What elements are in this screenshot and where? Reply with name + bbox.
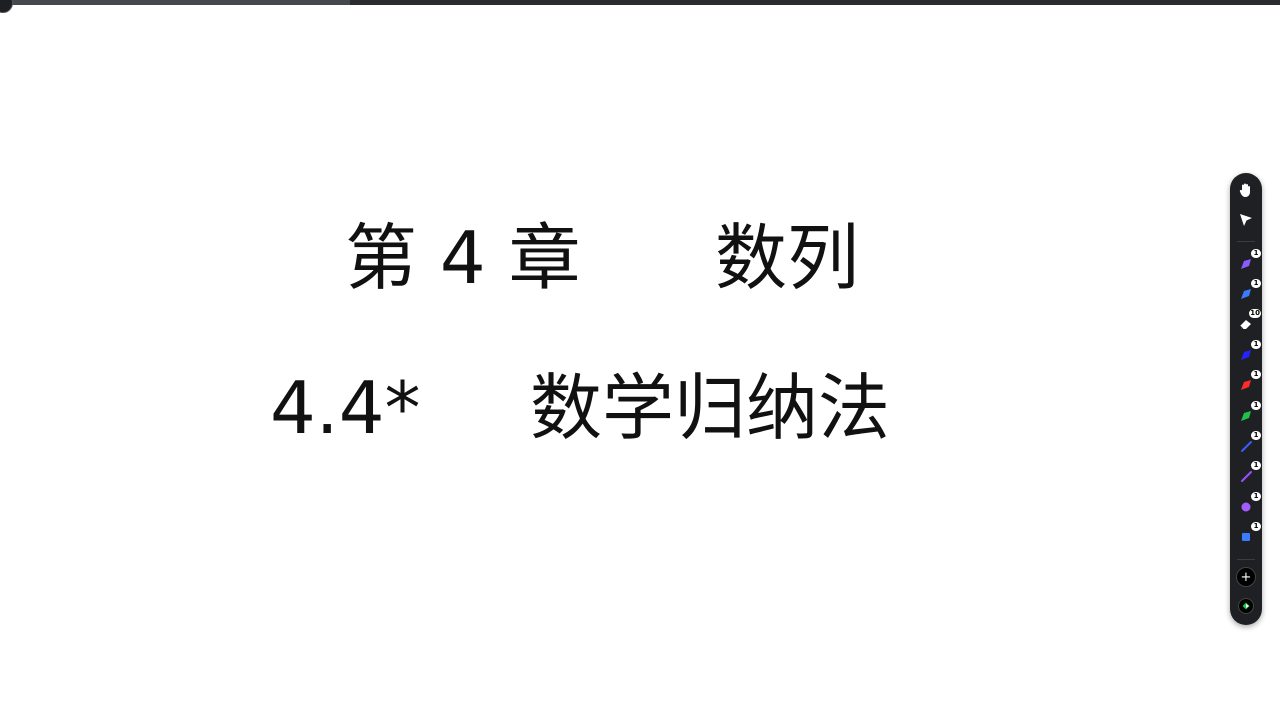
pointer-icon: [1240, 214, 1252, 226]
tool-count-badge: 1: [1251, 370, 1261, 379]
subtitle-topic: 数学归纳法: [530, 366, 891, 450]
pen-darkblue-button[interactable]: 1: [1234, 340, 1261, 367]
add-label: +: [1240, 569, 1252, 585]
square-shape-button[interactable]: 1: [1234, 522, 1261, 549]
pen-red-button[interactable]: 1: [1234, 370, 1261, 397]
pen-green-icon: [1241, 411, 1251, 421]
pointer-tool-button[interactable]: [1234, 208, 1258, 232]
circle-purple-icon: [1241, 502, 1251, 512]
hand-icon: [1239, 183, 1250, 197]
top-progress-fill: [0, 0, 350, 5]
tool-count-badge: 1: [1251, 461, 1261, 470]
line-blue-icon: [1241, 441, 1252, 452]
pen-purple-icon: [1241, 259, 1251, 269]
tool-count-badge: 1: [1251, 340, 1261, 349]
pen-blue-button[interactable]: 1: [1234, 279, 1261, 306]
tool-count-badge: 10: [1249, 309, 1261, 318]
title-topic: 数列: [715, 216, 860, 300]
title-chapter: 第 4 章: [345, 216, 581, 300]
pen-green-button[interactable]: 1: [1234, 401, 1261, 428]
circle-shape-button[interactable]: 1: [1234, 492, 1261, 519]
tool-count-badge: 1: [1251, 401, 1261, 410]
annotation-toolbar: 1 1 10 1 1 1 1 1 1 1 +: [1230, 173, 1262, 625]
tool-count-badge: 1: [1251, 522, 1261, 531]
tool-count-badge: 1: [1251, 249, 1261, 258]
top-progress-bar[interactable]: [0, 0, 1280, 5]
corner-menu-icon[interactable]: [0, 0, 13, 13]
square-blue-icon: [1242, 533, 1250, 541]
pen-blue-icon: [1241, 289, 1251, 299]
pen-darkblue-icon: [1241, 350, 1251, 360]
add-tool-button[interactable]: +: [1234, 565, 1258, 589]
eraser-button[interactable]: 10: [1234, 309, 1261, 336]
eraser-icon: [1239, 320, 1251, 330]
tool-count-badge: 1: [1251, 431, 1261, 440]
toolbar-divider: [1237, 241, 1255, 242]
subtitle-number: 4.4*: [270, 366, 421, 450]
green-play-icon: [1238, 598, 1254, 614]
line-purple-button[interactable]: 1: [1234, 461, 1261, 488]
pen-red-icon: [1241, 380, 1251, 390]
toolbar-divider: [1237, 559, 1255, 560]
play-button[interactable]: [1234, 594, 1258, 618]
tool-count-badge: 1: [1251, 492, 1261, 501]
pen-purple-button[interactable]: 1: [1234, 249, 1261, 276]
hand-tool-button[interactable]: [1234, 178, 1258, 202]
line-purple-icon: [1241, 471, 1252, 482]
line-blue-button[interactable]: 1: [1234, 431, 1261, 458]
tool-count-badge: 1: [1251, 279, 1261, 288]
plus-icon: +: [1236, 567, 1256, 587]
